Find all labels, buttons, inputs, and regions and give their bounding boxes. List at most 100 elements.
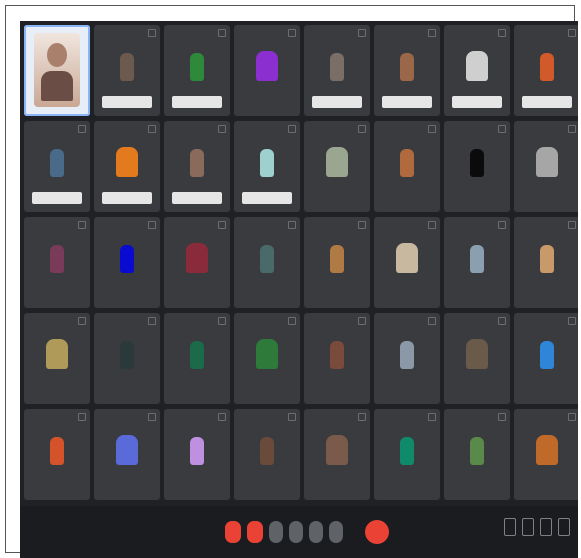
participant-tile[interactable]: [24, 409, 90, 500]
pin-icon[interactable]: [148, 317, 156, 325]
pin-icon[interactable]: [218, 29, 226, 37]
participant-tile[interactable]: [514, 313, 578, 404]
participant-tile[interactable]: [304, 25, 370, 116]
pin-icon[interactable]: [568, 29, 576, 37]
participant-tile[interactable]: [94, 409, 160, 500]
participant-tile[interactable]: [164, 25, 230, 116]
chat-icon[interactable]: [540, 518, 552, 536]
participant-tile[interactable]: [234, 409, 300, 500]
pin-icon[interactable]: [218, 125, 226, 133]
participant-video: [190, 149, 204, 177]
pin-icon[interactable]: [428, 317, 436, 325]
pin-icon[interactable]: [358, 317, 366, 325]
participant-name: [30, 294, 76, 302]
pin-icon[interactable]: [498, 125, 506, 133]
pin-icon[interactable]: [568, 317, 576, 325]
participant-video: [256, 51, 278, 81]
participant-video: [34, 33, 80, 107]
pin-icon[interactable]: [358, 29, 366, 37]
pin-icon[interactable]: [498, 317, 506, 325]
people-icon[interactable]: [522, 518, 534, 536]
pin-icon[interactable]: [568, 413, 576, 421]
participant-video: [466, 339, 488, 369]
participant-tile[interactable]: [444, 217, 510, 308]
pin-icon[interactable]: [218, 221, 226, 229]
participant-tile[interactable]: [304, 217, 370, 308]
pin-icon[interactable]: [148, 413, 156, 421]
pin-icon[interactable]: [428, 413, 436, 421]
pin-icon[interactable]: [358, 413, 366, 421]
participant-tile[interactable]: [514, 121, 578, 212]
participant-tile[interactable]: [304, 409, 370, 500]
participant-tile[interactable]: [234, 313, 300, 404]
pin-icon[interactable]: [568, 221, 576, 229]
participant-video: [470, 245, 484, 273]
pin-icon[interactable]: [218, 317, 226, 325]
pin-icon[interactable]: [148, 221, 156, 229]
pin-icon[interactable]: [498, 221, 506, 229]
participant-tile[interactable]: [94, 313, 160, 404]
participant-tile[interactable]: [24, 121, 90, 212]
participant-tile[interactable]: [94, 217, 160, 308]
participant-tile[interactable]: [304, 313, 370, 404]
pin-icon[interactable]: [358, 125, 366, 133]
pin-icon[interactable]: [358, 221, 366, 229]
participant-name: [170, 390, 216, 398]
participant-tile[interactable]: [514, 217, 578, 308]
pin-icon[interactable]: [428, 221, 436, 229]
participant-tile[interactable]: [374, 409, 440, 500]
pin-icon[interactable]: [218, 413, 226, 421]
participant-tile[interactable]: [444, 409, 510, 500]
participant-tile[interactable]: [164, 121, 230, 212]
participant-tile[interactable]: [444, 25, 510, 116]
pin-icon[interactable]: [428, 125, 436, 133]
end-call-button[interactable]: [365, 520, 389, 544]
pin-icon[interactable]: [78, 413, 86, 421]
pin-icon[interactable]: [498, 413, 506, 421]
participant-tile[interactable]: [234, 217, 300, 308]
participant-tile[interactable]: [444, 313, 510, 404]
participant-tile[interactable]: [374, 121, 440, 212]
pin-icon[interactable]: [288, 317, 296, 325]
pin-icon[interactable]: [78, 317, 86, 325]
activities-icon[interactable]: [558, 518, 570, 536]
participant-tile[interactable]: [94, 121, 160, 212]
pin-icon[interactable]: [428, 29, 436, 37]
participant-name: [102, 96, 152, 108]
participant-tile[interactable]: [164, 313, 230, 404]
pin-icon[interactable]: [288, 29, 296, 37]
participant-tile[interactable]: [164, 409, 230, 500]
participant-tile[interactable]: [514, 409, 578, 500]
participant-tile[interactable]: [444, 121, 510, 212]
participant-tile[interactable]: [24, 25, 90, 116]
participant-video: [190, 437, 204, 465]
microphone-toggle-button[interactable]: [225, 521, 241, 543]
participant-tile[interactable]: [24, 217, 90, 308]
participant-tile[interactable]: [304, 121, 370, 212]
participant-tile[interactable]: [164, 217, 230, 308]
more-options-button[interactable]: [329, 521, 343, 543]
participant-tile[interactable]: [514, 25, 578, 116]
pin-icon[interactable]: [498, 29, 506, 37]
participant-tile[interactable]: [234, 25, 300, 116]
raise-hand-button[interactable]: [289, 521, 303, 543]
pin-icon[interactable]: [288, 221, 296, 229]
participant-tile[interactable]: [234, 121, 300, 212]
present-button[interactable]: [309, 521, 323, 543]
pin-icon[interactable]: [148, 125, 156, 133]
participant-tile[interactable]: [374, 25, 440, 116]
camera-toggle-button[interactable]: [247, 521, 263, 543]
pin-icon[interactable]: [568, 125, 576, 133]
pin-icon[interactable]: [288, 413, 296, 421]
participant-tile[interactable]: [94, 25, 160, 116]
participant-tile[interactable]: [374, 313, 440, 404]
pin-icon[interactable]: [148, 29, 156, 37]
pin-icon[interactable]: [78, 125, 86, 133]
info-icon[interactable]: [504, 518, 516, 536]
pin-icon[interactable]: [78, 221, 86, 229]
participant-video: [260, 245, 274, 273]
participant-tile[interactable]: [374, 217, 440, 308]
participant-tile[interactable]: [24, 313, 90, 404]
captions-button[interactable]: [269, 521, 283, 543]
pin-icon[interactable]: [288, 125, 296, 133]
